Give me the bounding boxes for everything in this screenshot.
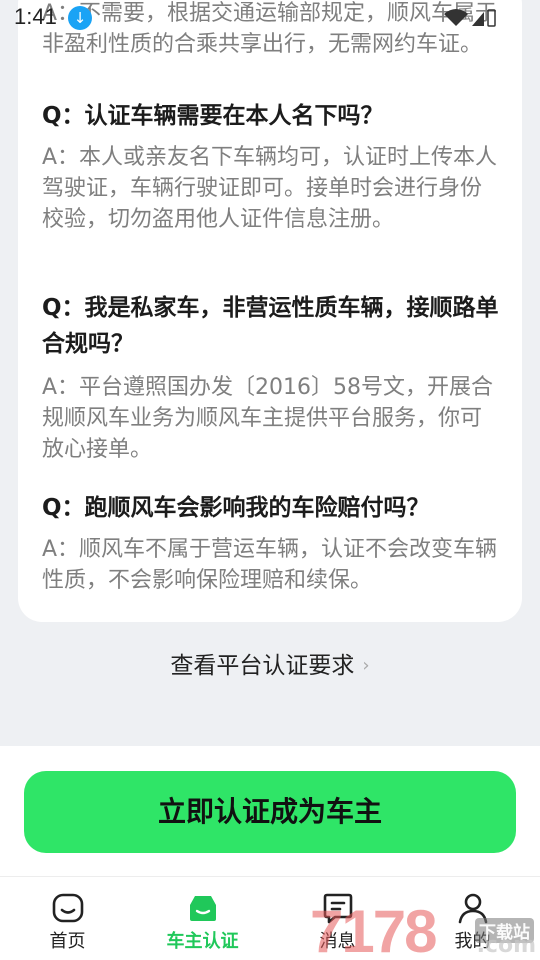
faq-answer: A：本人或亲友名下车辆均可，认证时上传本人驾驶证，车辆行驶证即可。接单时会进行身… [42,145,498,232]
faq-item: A：不需要，根据交通运输部规定，顺风车属于非盈利性质的合乘共享出行，无需网约车证… [42,0,502,60]
faq-answer: A：不需要，根据交通运输部规定，顺风车属于非盈利性质的合乘共享出行，无需网约车证… [42,1,498,57]
bottom-tab-bar: 首页 车主认证 消息 我的 [0,876,540,960]
become-driver-button[interactable]: 立即认证成为车主 [24,771,516,853]
cta-area: 立即认证成为车主 [0,746,540,876]
tab-label: 我的 [454,931,491,952]
tab-driver-certification[interactable]: 车主认证 [135,877,270,960]
profile-icon [458,893,487,924]
faq-item: Q：我是私家车，非营运性质车辆，接顺路单合规吗？ A：平台遵照国办发〔2016〕… [42,290,502,465]
faq-answer: A：平台遵照国办发〔2016〕58号文，开展合规顺风车业务为顺风车主提供平台服务… [42,375,494,462]
tab-label: 首页 [49,931,86,952]
faq-question: Q：我是私家车，非营运性质车辆，接顺路单合规吗？ [42,295,499,357]
faq-card: A：不需要，根据交通运输部规定，顺风车属于非盈利性质的合乘共享出行，无需网约车证… [18,0,522,622]
chevron-right-icon: › [362,655,370,676]
tab-home[interactable]: 首页 [0,877,135,960]
tab-profile[interactable]: 我的 [405,877,540,960]
faq-question: Q：跑顺风车会影响我的车险赔付吗？ [42,495,430,521]
faq-item: Q：认证车辆需要在本人名下吗？ A：本人或亲友名下车辆均可，认证时上传本人驾驶证… [42,98,502,235]
faq-answer: A：顺风车不属于营运车辆，认证不会改变车辆性质，不会影响保险理赔和续保。 [42,537,498,593]
faq-question: Q：认证车辆需要在本人名下吗？ [42,103,384,129]
message-icon [323,893,352,924]
faq-item: Q：跑顺风车会影响我的车险赔付吗？ A：顺风车不属于营运车辆，认证不会改变车辆性… [42,490,502,596]
home-icon [52,893,83,923]
tab-messages[interactable]: 消息 [270,877,405,960]
tab-label: 车主认证 [166,931,239,952]
platform-requirements-label: 查看平台认证要求 [170,653,355,679]
platform-requirements-link[interactable]: 查看平台认证要求 › [0,648,540,684]
car-icon [189,896,216,921]
tab-label: 消息 [319,931,356,952]
